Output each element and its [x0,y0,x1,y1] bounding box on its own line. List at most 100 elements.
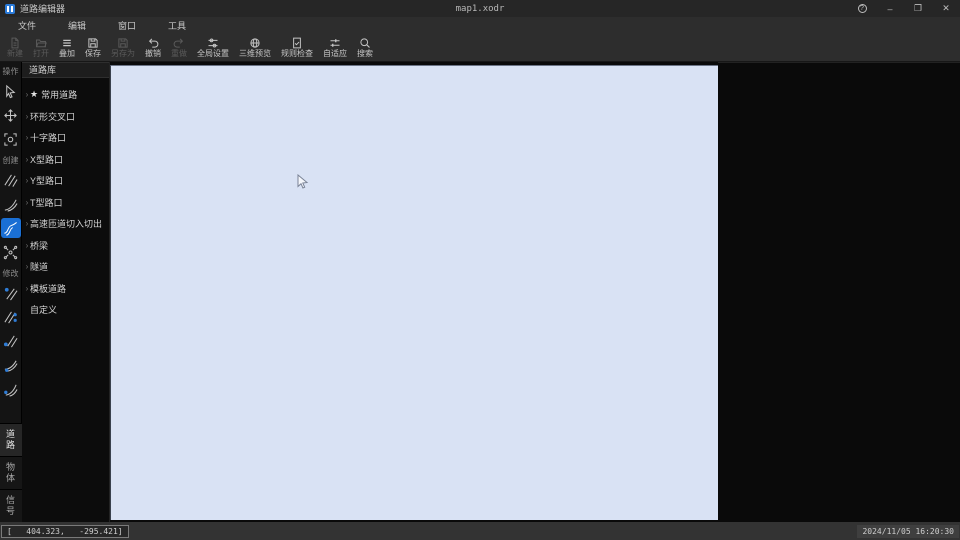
coordinates-readout: [ 404.323, -295.421] [1,524,129,538]
library-item-label: 环形交叉口 [30,111,76,122]
library-item[interactable]: › 桥梁 [22,235,109,257]
rule-check-icon [291,37,303,49]
map-canvas[interactable] [110,65,718,520]
tool-group-label: 操作 [2,67,19,76]
save-button[interactable]: 保存 [80,33,106,62]
help-button[interactable]: ? [848,0,876,17]
library-item[interactable]: › 环形交叉口 [22,106,109,128]
library-item[interactable]: › Y型路口 [22,170,109,192]
toolbar-label: 另存为 [111,48,135,58]
auto-fit-button[interactable]: 自适应 [318,33,352,62]
minimize-button[interactable]: – [876,0,904,17]
library-item-label: 自定义 [30,305,58,316]
undo-button[interactable]: 撤销 [140,33,166,62]
lane-edit-2-icon [3,310,18,325]
toolbar-label: 新建 [7,48,23,58]
select-tool[interactable] [1,81,21,101]
menu-item-4[interactable]: 工具 [158,19,196,32]
tool-strip: 操作 创建 修改 道路 物体 信号 [0,62,22,522]
toolbar-label: 叠加 [59,48,75,58]
right-panel-empty [718,62,960,522]
menu-item-1[interactable]: 文件 [8,19,46,32]
panel-title: 道路库 [22,62,109,78]
junction-tool[interactable] [1,242,21,262]
open-file-icon [35,37,47,49]
preview-3d-button[interactable]: 三维预览 [234,33,276,62]
search-button[interactable]: 搜索 [352,33,378,62]
lane-edit-3-icon [3,334,18,349]
main-area: 操作 创建 修改 道路 物体 信号 道路库 › ★ 常用道路 › 环形交叉口 › 十字路口 › X型路口 ›… [0,62,960,522]
side-tab-物体[interactable]: 物体 [0,456,22,489]
redo-button: 重做 [166,33,192,62]
global-settings-button[interactable]: 全局设置 [192,33,234,62]
close-button[interactable]: ✕ [932,0,960,17]
document-title: map1.xodr [455,3,505,14]
toolbar-label: 三维预览 [239,48,271,58]
s-curve-road-tool[interactable] [0,218,21,238]
modify-lane-tool-1[interactable] [1,283,21,303]
library-item-label: 模板道路 [30,283,67,294]
toolbar-label: 重做 [171,48,187,58]
toolbar-label: 撤销 [145,48,161,58]
save-icon [87,37,99,49]
open-file-button: 打开 [28,33,54,62]
library-item[interactable]: › 高速匝道切入切出 [22,213,109,235]
modify-lane-tool-2[interactable] [1,307,21,327]
library-item[interactable]: › X型路口 [22,149,109,171]
toolbar: 新建 打开 叠加 保存 另存为 撤销 重做 全局设置 三维预览 规则检查 自适应 搜索 [0,33,960,62]
overlay-button[interactable]: 叠加 [54,33,80,62]
straight-road-tool[interactable] [1,170,21,190]
library-item-label: 常用道路 [41,90,78,101]
menu-item-3[interactable]: 窗口 [108,19,146,32]
modify-lane-tool-5[interactable] [1,379,21,399]
restore-button[interactable]: ❐ [904,0,932,17]
window-controls: ? – ❐ ✕ [848,0,960,17]
new-file-button: 新建 [2,33,28,62]
save-as-icon [117,37,129,49]
app-window: 道路编辑器 map1.xodr ? – ❐ ✕ 文件 编辑 窗口 工具 新建 打开 叠加 保存 另存… [0,0,960,540]
preview-3d-icon [249,37,261,49]
library-item-label: 十字路口 [30,133,67,144]
curved-road-tool[interactable] [1,194,21,214]
road-library-panel: 道路库 › ★ 常用道路 › 环形交叉口 › 十字路口 › X型路口 › Y型路口 › T型路口 › 高速匝… [22,62,110,522]
focus-extent-tool[interactable] [1,129,21,149]
library-item[interactable]: › 模板道路 [22,278,109,300]
clock: 2024/11/05 16:20:30 [857,524,959,538]
toolbar-label: 搜索 [357,48,373,58]
library-item-label: Y型路口 [30,176,64,187]
library-item-label: 桥梁 [30,240,49,251]
toolbar-label: 规则检查 [281,48,313,58]
search-icon [359,37,371,49]
side-tab-道路[interactable]: 道路 [0,423,22,456]
overlay-icon [61,37,73,49]
library-item[interactable]: › 十字路口 [22,127,109,149]
lane-edit-5-icon [3,382,18,397]
mouse-cursor-icon [297,174,309,189]
side-tab-信号[interactable]: 信号 [0,489,22,522]
library-item-label: 隧道 [30,262,49,273]
s-curve-road-icon [3,221,18,236]
modify-lane-tool-4[interactable] [1,355,21,375]
redo-icon [173,37,185,49]
library-item[interactable]: › T型路口 [22,192,109,214]
focus-extent-icon [3,132,18,147]
app-logo-icon [5,3,15,14]
modify-lane-tool-3[interactable] [1,331,21,351]
library-item[interactable]: 自定义 [22,299,109,321]
star-icon: ★ [30,89,39,100]
app-title: 道路编辑器 [20,4,66,14]
toolbar-label: 全局设置 [197,48,229,58]
library-item-label: T型路口 [30,197,63,208]
library-item-list: › ★ 常用道路 › 环形交叉口 › 十字路口 › X型路口 › Y型路口 › T型路口 › 高速匝道切入切… [22,78,109,321]
menu-item-2[interactable]: 编辑 [58,19,96,32]
tool-group-label: 修改 [2,269,19,278]
curved-road-icon [3,197,18,212]
rule-check-button[interactable]: 规则检查 [276,33,318,62]
toolbar-label: 保存 [85,48,101,58]
library-item[interactable]: › 隧道 [22,256,109,278]
undo-icon [147,37,159,49]
pan-tool[interactable] [1,105,21,125]
junction-icon [3,245,18,260]
titlebar-left: 道路编辑器 [0,2,65,15]
library-item[interactable]: › ★ 常用道路 [22,84,109,106]
